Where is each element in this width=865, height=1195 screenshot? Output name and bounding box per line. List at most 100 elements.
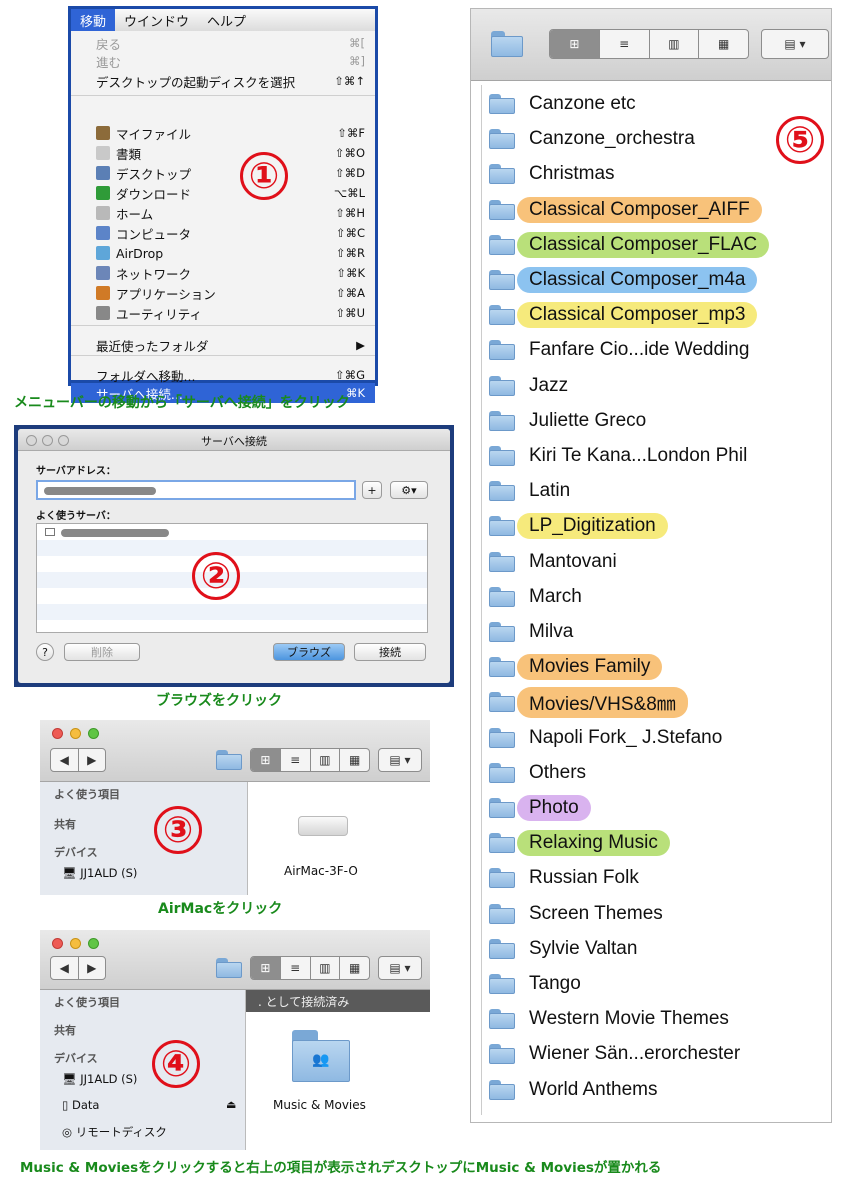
menu-item[interactable]: ダウンロード ⌥⌘L [71, 183, 375, 203]
folder-row[interactable]: Movies/VHS&8㎜ [489, 686, 688, 718]
forward-button[interactable]: ▶ [79, 749, 106, 771]
zoom-button[interactable] [88, 728, 99, 739]
menu-item[interactable]: ユーティリティ ⇧⌘U [71, 303, 375, 323]
shared-folder-icon[interactable]: 👥 [292, 1030, 350, 1082]
list-view-button[interactable]: ≡ [281, 957, 311, 979]
delete-button[interactable]: 削除 [64, 643, 140, 661]
folder-row[interactable]: Kiri Te Kana...London Phil [489, 441, 759, 471]
folder-row[interactable]: Latin [489, 476, 582, 506]
airmac-device-icon[interactable] [298, 816, 348, 836]
folder-row[interactable]: Canzone etc [489, 89, 648, 119]
folder-row[interactable]: Milva [489, 617, 585, 647]
menu-item[interactable]: デスクトップの起動ディスクを選択 ⇧⌘↑ [71, 71, 375, 91]
icon-view-button[interactable]: ⊞ [251, 749, 281, 771]
folder-row[interactable]: Movies Family [489, 652, 663, 682]
menu-item[interactable]: ホーム ⇧⌘H [71, 203, 375, 223]
forward-button[interactable]: ▶ [79, 957, 106, 979]
folder-row[interactable]: Mantovani [489, 547, 629, 577]
menu-item-shortcut: ⇧⌘R [335, 246, 365, 260]
folder-row[interactable]: Canzone_orchestra [489, 124, 707, 154]
column-view-button[interactable]: ▥ [311, 957, 341, 979]
minimize-button[interactable] [70, 938, 81, 949]
folder-row[interactable]: Russian Folk [489, 863, 651, 893]
sidebar-item-remote-disc[interactable]: ◎ リモートディスク [62, 1124, 167, 1140]
recent-servers-button[interactable]: ⚙▾ [390, 481, 428, 499]
menu-help[interactable]: ヘルプ [198, 9, 255, 31]
list-view-button[interactable]: ≡ [600, 30, 650, 58]
folder-icon [489, 727, 515, 748]
finder-toolbar: ◀ ▶ ⊞ ≡ ▥ ▦ ▤ ▾ [40, 720, 430, 782]
icon-view-button[interactable]: ⊞ [550, 30, 600, 58]
coverflow-view-button[interactable]: ▦ [340, 749, 369, 771]
folder-row[interactable]: LP_Digitization [489, 511, 668, 541]
folder-row[interactable]: Screen Themes [489, 899, 675, 929]
coverflow-view-button[interactable]: ▦ [340, 957, 369, 979]
menu-go[interactable]: 移動 [71, 9, 116, 31]
menu-item[interactable]: 進む ⌘] [71, 51, 375, 71]
folder-row[interactable]: Classical Composer_m4a [489, 265, 758, 295]
folder-icon [489, 234, 515, 255]
folder-row[interactable]: World Anthems [489, 1075, 669, 1105]
arrange-button[interactable]: ▤ ▾ [761, 29, 829, 59]
folder-row[interactable]: Western Movie Themes [489, 1004, 741, 1034]
folder-row[interactable]: Classical Composer_AIFF [489, 195, 762, 225]
gear-icon: ⚙▾ [401, 483, 417, 497]
airmac-label[interactable]: AirMac-3F-O [284, 864, 358, 878]
menu-item[interactable]: フォルダへ移動... ⇧⌘G [71, 365, 375, 385]
folder-row[interactable]: Fanfare Cio...ide Wedding [489, 335, 761, 365]
sidebar-item-jj1ald[interactable]: 🖥 JJ1ALD (S) [62, 1072, 137, 1086]
browse-button[interactable]: ブラウズ [273, 643, 345, 661]
menu-item[interactable]: ネットワーク ⇧⌘K [71, 263, 375, 283]
menu-window[interactable]: ウインドウ [115, 9, 198, 31]
zoom-button[interactable] [88, 938, 99, 949]
minimize-button[interactable] [70, 728, 81, 739]
folder-row[interactable]: Christmas [489, 159, 627, 189]
arrange-button[interactable]: ▤ ▾ [378, 748, 422, 772]
coverflow-view-button[interactable]: ▦ [699, 30, 748, 58]
folder-row[interactable]: Relaxing Music [489, 828, 670, 858]
sidebar-item-data[interactable]: ▯ Data [62, 1098, 99, 1112]
menu-item[interactable]: コンピュータ ⇧⌘C [71, 223, 375, 243]
server-address-input[interactable] [36, 480, 356, 500]
back-button[interactable]: ◀ [51, 749, 79, 771]
folder-row[interactable]: Sylvie Valtan [489, 934, 649, 964]
folder-row[interactable]: Jazz [489, 371, 580, 401]
menu-item[interactable]: AirDrop ⇧⌘R [71, 243, 375, 263]
folder-row[interactable]: Wiener Sän...erorchester [489, 1039, 752, 1069]
list-view-button[interactable]: ≡ [281, 749, 311, 771]
folder-row[interactable]: Photo [489, 793, 591, 823]
arrange-button[interactable]: ▤ ▾ [378, 956, 422, 980]
folder-row[interactable]: Juliette Greco [489, 406, 658, 436]
icon-view-button[interactable]: ⊞ [251, 957, 281, 979]
folder-icon [489, 340, 515, 361]
folder-name: Jazz [529, 374, 569, 396]
back-button[interactable]: ◀ [51, 957, 79, 979]
folder-row[interactable]: March [489, 582, 594, 612]
close-button[interactable] [52, 938, 63, 949]
add-favorite-button[interactable]: + [362, 481, 382, 499]
menu-item[interactable]: 戻る ⌘[ [71, 33, 375, 53]
folder-name: LP_Digitization [517, 513, 668, 540]
column-view-button[interactable]: ▥ [650, 30, 700, 58]
folder-row[interactable]: Others [489, 758, 598, 788]
folder-row[interactable]: Tango [489, 969, 593, 999]
help-button[interactable]: ? [36, 643, 54, 661]
menu-item[interactable]: 書類 ⇧⌘O [71, 143, 375, 163]
menu-item[interactable]: 最近使ったフォルダ ▶ [71, 335, 375, 355]
column-view-button[interactable]: ▥ [311, 749, 341, 771]
eject-icon[interactable]: ⏏ [226, 1098, 236, 1111]
folder-row[interactable]: Classical Composer_FLAC [489, 230, 770, 260]
menu-item[interactable]: アプリケーション ⇧⌘A [71, 283, 375, 303]
menu-item[interactable]: デスクトップ ⇧⌘D [71, 163, 375, 183]
folder-icon [489, 868, 515, 889]
close-button[interactable] [52, 728, 63, 739]
music-movies-label[interactable]: Music & Movies [273, 1098, 366, 1112]
view-segment: ⊞ ≡ ▥ ▦ [250, 956, 370, 980]
my-files-icon [96, 126, 110, 140]
folder-row[interactable]: Napoli Fork_ J.Stefano [489, 723, 734, 753]
menu-item[interactable]: マイファイル ⇧⌘F [71, 123, 375, 143]
folder-row[interactable]: Classical Composer_mp3 [489, 300, 758, 330]
sidebar-item-jj1ald[interactable]: 🖥 JJ1ALD (S) [62, 866, 137, 880]
menu-item-shortcut: ⇧⌘H [335, 206, 365, 220]
connect-button[interactable]: 接続 [354, 643, 426, 661]
